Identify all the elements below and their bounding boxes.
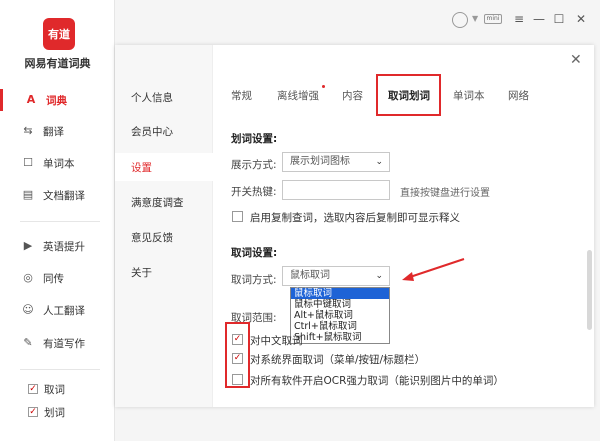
huaci-toggle-label: 划词 (44, 407, 65, 419)
minimize-icon[interactable]: — (532, 12, 546, 26)
settings-nav-survey[interactable]: 满意度调查 (115, 188, 213, 216)
dropdown-option[interactable]: Shift+鼠标取词 (291, 332, 389, 343)
quci-toggle-checkbox[interactable]: ✓ (28, 384, 38, 394)
hotkey-input[interactable] (282, 180, 390, 200)
quci-mode-select[interactable]: 鼠标取词 ⌄ (282, 266, 390, 286)
title-bar: ▼ mini ≡ — ☐ ✕ (115, 0, 600, 44)
tab-wordbook[interactable]: 单词本 (453, 88, 485, 103)
menu-icon[interactable]: ≡ (512, 12, 526, 26)
tab-content[interactable]: 内容 (342, 88, 363, 103)
wordbook-icon: ☐ (23, 156, 33, 169)
scrollbar-thumb[interactable] (587, 250, 592, 330)
dropdown-option[interactable]: Ctrl+鼠标取词 (291, 321, 389, 332)
display-mode-value: 展示划词图标 (290, 156, 350, 167)
settings-nav-settings[interactable]: 设置 (115, 153, 213, 181)
translate-icon: ⇆ (23, 124, 33, 137)
highlight-box-checkboxes (225, 322, 250, 388)
sidebar-item-english-boost[interactable]: ▶ 英语提升 (0, 235, 115, 257)
settings-nav-about[interactable]: 关于 (115, 258, 213, 286)
sidebar-item-label: 英语提升 (43, 240, 85, 253)
tab-network[interactable]: 网络 (508, 88, 529, 103)
quci-toggle-label: 取词 (44, 384, 65, 396)
quci-section-title: 取词设置: (231, 247, 278, 259)
tab-general[interactable]: 常规 (231, 88, 252, 103)
sidebar-item-label: 文档翻译 (43, 189, 85, 202)
annotation-arrow-icon (402, 258, 465, 281)
sidebar-divider (20, 221, 100, 222)
interpretation-icon: ◎ (23, 271, 33, 284)
settings-sidebar: 个人信息 会员中心 设置 满意度调查 意见反馈 关于 (115, 45, 213, 407)
sidebar-item-label: 有道写作 (43, 337, 85, 350)
dropdown-option[interactable]: 鼠标中键取词 (291, 299, 389, 310)
copy-query-checkbox[interactable] (232, 211, 243, 222)
range-system-ui-label: 对系统界面取词（菜单/按钮/标题栏） (250, 354, 426, 366)
writing-icon: ✎ (23, 336, 33, 349)
sidebar-item-label: 翻译 (43, 125, 64, 138)
quci-mode-value: 鼠标取词 (290, 270, 330, 281)
avatar[interactable] (452, 12, 468, 28)
sidebar-item-label: 人工翻译 (43, 304, 85, 317)
document-icon: ▤ (22, 188, 34, 201)
sidebar-item-writing[interactable]: ✎ 有道写作 (0, 332, 115, 354)
settings-nav-membership[interactable]: 会员中心 (115, 117, 213, 145)
chevron-down-icon: ⌄ (375, 271, 383, 281)
chevron-down-icon: ⌄ (375, 157, 383, 167)
copy-query-label: 启用复制查词，选取内容后复制即可显示释义 (250, 212, 460, 224)
display-mode-select[interactable]: 展示划词图标 ⌄ (282, 152, 390, 172)
sidebar-item-label: 词典 (46, 94, 67, 107)
huaci-toggle-checkbox[interactable]: ✓ (28, 407, 38, 417)
sidebar-item-wordbook[interactable]: ☐ 单词本 (0, 152, 115, 174)
settings-nav-feedback[interactable]: 意见反馈 (115, 223, 213, 251)
app-window: 有道 网易有道词典 A 词典 ⇆ 翻译 ☐ 单词本 ▤ 文档翻译 ▶ 英语提升 … (0, 0, 600, 441)
english-boost-icon: ▶ (23, 239, 33, 252)
tab-offline[interactable]: 离线增强 (277, 88, 319, 103)
highlight-box-tab (376, 74, 441, 116)
sidebar-item-interpretation[interactable]: ◎ 同传 (0, 267, 115, 289)
hotkey-hint: 直接按键盘进行设置 (400, 188, 490, 199)
sidebar-item-dictionary[interactable]: A 词典 (0, 89, 115, 111)
settings-nav-profile[interactable]: 个人信息 (115, 83, 213, 111)
sidebar-item-label: 单词本 (43, 157, 75, 170)
maximize-icon[interactable]: ☐ (552, 12, 566, 26)
quci-mode-dropdown: 鼠标取词 鼠标中键取词 Alt+鼠标取词 Ctrl+鼠标取词 Shift+鼠标取… (290, 287, 390, 344)
dropdown-option[interactable]: 鼠标取词 (291, 288, 389, 299)
quci-mode-label: 取词方式: (231, 274, 277, 286)
huaci-section-title: 划词设置: (231, 133, 278, 145)
sidebar-item-label: 同传 (43, 272, 64, 285)
app-logo: 有道 (43, 18, 75, 50)
range-ocr-label: 对所有软件开启OCR强力取词（能识别图片中的单词） (250, 375, 504, 387)
chevron-down-icon[interactable]: ▼ (472, 14, 478, 23)
app-name: 网易有道词典 (24, 57, 91, 70)
new-badge-dot (322, 85, 325, 88)
human-translate-icon: ☺ (22, 303, 34, 316)
sidebar-item-human-translate[interactable]: ☺ 人工翻译 (0, 299, 115, 321)
hotkey-label: 开关热键: (231, 186, 277, 198)
dictionary-icon: A (26, 93, 36, 106)
settings-scrollbar[interactable] (587, 140, 592, 410)
app-sidebar: 有道 网易有道词典 A 词典 ⇆ 翻译 ☐ 单词本 ▤ 文档翻译 ▶ 英语提升 … (0, 0, 115, 441)
sidebar-item-document[interactable]: ▤ 文档翻译 (0, 184, 115, 206)
sidebar-item-translate[interactable]: ⇆ 翻译 (0, 120, 115, 142)
sidebar-divider (20, 369, 100, 370)
display-mode-label: 展示方式: (231, 159, 277, 171)
close-icon[interactable]: ✕ (574, 12, 588, 26)
range-chinese-label: 对中文取词 (250, 335, 303, 347)
mini-mode-button[interactable]: mini (484, 14, 502, 24)
dropdown-option[interactable]: Alt+鼠标取词 (291, 310, 389, 321)
dialog-close-icon[interactable]: ✕ (570, 52, 582, 68)
